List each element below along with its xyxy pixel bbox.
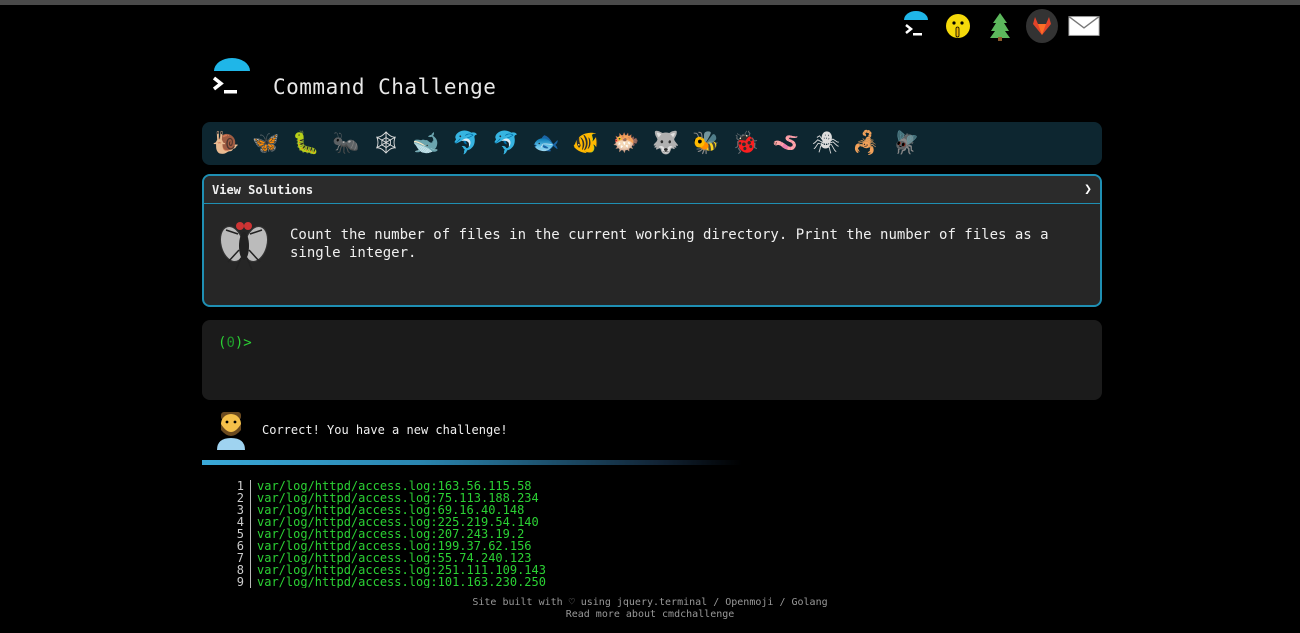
fly-icon [218, 216, 270, 272]
bee-icon[interactable]: 🐝 [688, 126, 724, 162]
view-solutions-label: View Solutions [212, 182, 314, 197]
challenge-description: Count the number of files in the current… [290, 227, 1049, 261]
envelope-icon[interactable] [1068, 10, 1100, 42]
challenge-box: View Solutions ❯ Count the number of fil… [202, 174, 1102, 307]
read-more-link[interactable]: Read more about cmdchallenge [566, 609, 735, 620]
tropical-fish-icon[interactable]: 🐠 [568, 126, 604, 162]
gitlab-icon[interactable] [1026, 9, 1058, 43]
snail-icon[interactable]: 🐌 [208, 126, 244, 162]
dolphin-icon[interactable]: 🐬 [448, 126, 484, 162]
fly-icon[interactable]: 🪰 [888, 126, 924, 162]
worm-icon[interactable]: 🪱 [768, 126, 804, 162]
logo-terminal-icon [208, 57, 256, 105]
footer-sep: / [707, 597, 726, 608]
golang-link[interactable]: Golang [791, 597, 827, 608]
status-message: Correct! You have a new challenge! [214, 410, 508, 450]
level-creature-bar: 🐌 🦋 🐛 🐜 🕸 🐋 🐬 🐬 🐟 🐠 🐡 🐺 🐝 🐞 🪱 🕷 🦂 🪰 [202, 122, 1102, 165]
message-text: Correct! You have a new challenge! [262, 423, 508, 437]
avatar-icon [214, 410, 248, 450]
terminal-prompt: (0)> [218, 335, 252, 351]
top-icon-bar [900, 9, 1100, 43]
line-number: 9 [230, 576, 251, 588]
tree-icon[interactable] [984, 10, 1016, 42]
terminal-input-area[interactable]: (0)> [202, 320, 1102, 400]
caterpillar-icon[interactable]: 🐛 [288, 126, 324, 162]
chevron-right-icon: ❯ [1084, 182, 1092, 197]
terminal-icon[interactable] [900, 10, 932, 42]
footer-prefix: Site built with ♡ using [472, 597, 617, 608]
shushing-face-icon[interactable] [942, 10, 974, 42]
footer-sep: / [773, 597, 792, 608]
view-solutions-toggle[interactable]: View Solutions ❯ [204, 176, 1100, 204]
whale-icon[interactable]: 🐋 [408, 126, 444, 162]
blowfish-icon[interactable]: 🐡 [608, 126, 644, 162]
butterfly-icon[interactable]: 🦋 [248, 126, 284, 162]
footer: Site built with ♡ using jquery.terminal … [0, 597, 1300, 621]
openmoji-link[interactable]: Openmoji [725, 597, 773, 608]
spider-web-icon[interactable]: 🕸 [368, 126, 404, 162]
divider [202, 460, 742, 465]
fish-icon[interactable]: 🐟 [528, 126, 564, 162]
prompt-close: )> [234, 335, 252, 351]
wolf-icon[interactable]: 🐺 [648, 126, 684, 162]
output-text: var/log/httpd/access.log:101.163.230.250 [257, 575, 546, 588]
scorpion-icon[interactable]: 🦂 [848, 126, 884, 162]
dolphin-icon[interactable]: 🐬 [488, 126, 524, 162]
command-output: 1 var/log/httpd/access.log:163.56.115.58 2… [230, 480, 546, 588]
prompt-count: 0 [226, 335, 235, 351]
spider-icon[interactable]: 🕷 [808, 126, 844, 162]
ladybug-icon[interactable]: 🐞 [728, 126, 764, 162]
output-line: 9 var/log/httpd/access.log:101.163.230.25… [230, 576, 546, 588]
ant-icon[interactable]: 🐜 [328, 126, 364, 162]
jquery-terminal-link[interactable]: jquery.terminal [617, 597, 707, 608]
page-title: Command Challenge [273, 75, 497, 99]
